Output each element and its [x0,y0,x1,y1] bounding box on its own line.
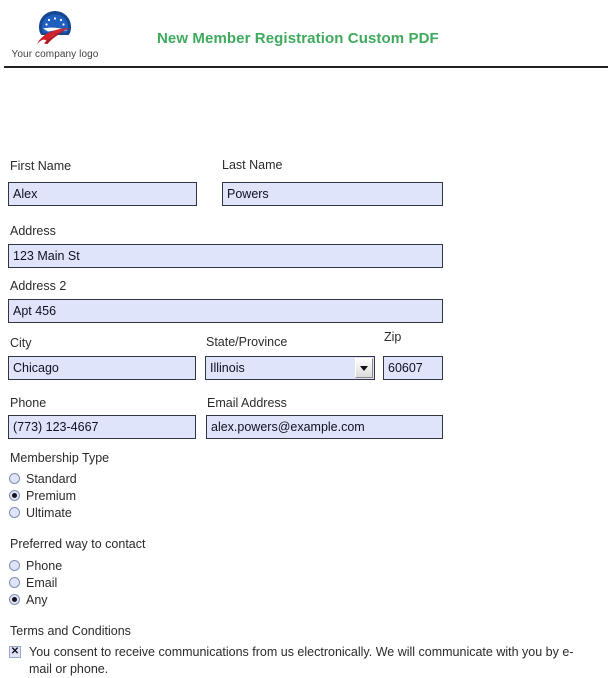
phone-input[interactable]: (773) 123-4667 [8,415,196,439]
last-name-label-group: Last Name [222,158,282,172]
radio-email-label: Email [26,575,58,590]
first-name-label-group: First Name [10,159,71,173]
city-label: City [10,336,32,350]
terms-checkbox[interactable]: ✕ [9,646,21,658]
last-name-label: Last Name [222,158,283,172]
zip-label: Zip [384,330,402,344]
chevron-down-icon [360,365,368,371]
radio-standard-icon[interactable] [9,473,20,484]
radio-any-icon[interactable] [9,594,20,605]
radio-premium-label: Premium [26,488,77,503]
phone-label-group: Phone [10,396,46,410]
address2-label-group: Address 2 [10,279,66,293]
radio-any-label: Any [26,592,48,607]
radio-option-email[interactable]: Email [9,574,62,591]
first-name-input[interactable]: Alex [8,182,197,206]
terms-label: Terms and Conditions [10,624,131,638]
membership-type-radio-group[interactable]: Standard Premium Ultimate [9,470,77,521]
radio-phone-label: Phone [26,558,63,573]
logo-caption: Your company logo [11,49,99,60]
city-label-group: City [10,336,32,350]
radio-option-standard[interactable]: Standard [9,470,77,487]
radio-option-premium[interactable]: Premium [9,487,77,504]
state-select-dropdown-button[interactable] [355,358,373,378]
membership-type-label: Membership Type [10,451,110,465]
address2-input[interactable]: Apt 456 [8,299,443,323]
registration-form: First Name Last Name Alex Powers Address… [0,68,615,676]
radio-ultimate-label: Ultimate [26,505,72,520]
email-label-group: Email Address [207,396,287,410]
zip-input[interactable]: 60607 [383,356,443,380]
terms-consent-row[interactable]: ✕ You consent to receive communications … [9,644,589,678]
radio-ultimate-icon[interactable] [9,507,20,518]
page-title: New Member Registration Custom PDF [157,30,439,47]
zip-label-group: Zip [384,330,401,344]
email-label: Email Address [207,396,287,410]
radio-phone-icon[interactable] [9,560,20,571]
terms-title-group: Terms and Conditions [10,624,131,638]
contact-pref-group: Preferred way to contact [10,537,145,551]
membership-type-group: Membership Type [10,451,109,465]
city-input[interactable]: Chicago [8,356,196,380]
radio-option-phone[interactable]: Phone [9,557,62,574]
radio-email-icon[interactable] [9,577,20,588]
email-input[interactable]: alex.powers@example.com [206,415,443,439]
document-header: Your company logo New Member Registratio… [0,0,615,68]
contact-pref-label: Preferred way to contact [10,537,146,551]
address-label: Address [10,224,56,238]
address-input[interactable]: 123 Main St [8,244,443,268]
radio-option-ultimate[interactable]: Ultimate [9,504,77,521]
state-select[interactable]: Illinois [205,356,375,380]
state-label: State/Province [206,335,288,349]
terms-consent-text: You consent to receive communications fr… [29,645,574,676]
contact-pref-radio-group[interactable]: Phone Email Any [9,557,62,608]
radio-option-any[interactable]: Any [9,591,62,608]
first-name-label: First Name [10,159,72,173]
address-label-group: Address [10,224,56,238]
radio-standard-label: Standard [26,471,77,486]
state-select-value: Illinois [210,361,245,375]
address2-label: Address 2 [10,279,67,293]
company-logo-eagle-swoosh-icon [37,11,71,44]
last-name-input[interactable]: Powers [222,182,443,206]
state-label-group: State/Province [206,335,287,349]
pdf-form-page: Your company logo New Member Registratio… [0,0,615,676]
company-logo-block: Your company logo [8,8,102,60]
radio-premium-icon[interactable] [9,490,20,501]
phone-label: Phone [10,396,47,410]
